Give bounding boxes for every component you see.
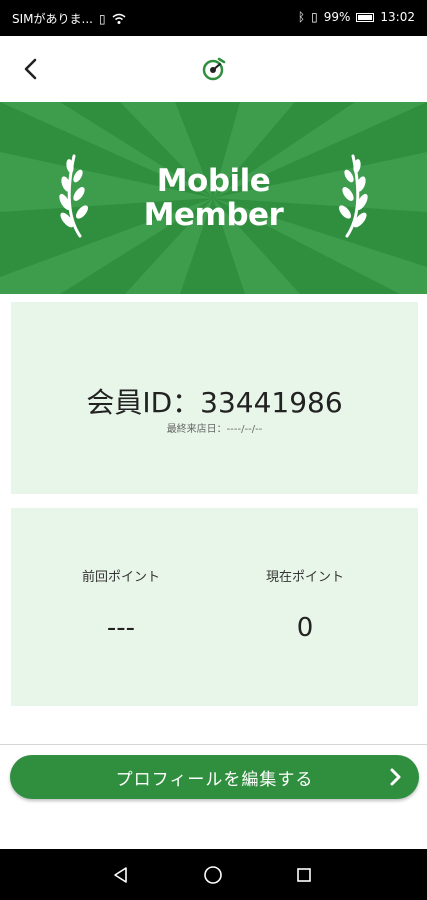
member-id-card: 会員ID：33441986 最終来店日：----/--/-- <box>11 302 418 494</box>
bottom-action-area: プロフィールを編集する <box>0 745 427 849</box>
current-points-label: 現在ポイント <box>265 570 344 585</box>
current-points: 現在ポイント 0 <box>235 566 375 643</box>
wifi-icon <box>112 13 126 24</box>
app-bar <box>0 36 427 102</box>
member-banner: Mobile Member <box>0 102 427 294</box>
carrier-label: SIMがありま... <box>12 12 93 26</box>
battery-percent: 99% <box>323 10 351 24</box>
current-points-value: 0 <box>296 613 314 643</box>
previous-points-value: --- <box>106 613 136 643</box>
banner-title-line2: Member <box>143 197 284 233</box>
triangle-back-icon <box>114 867 127 883</box>
edit-profile-button[interactable]: プロフィールを編集する <box>10 755 419 799</box>
nav-home-button[interactable] <box>200 862 226 888</box>
back-button[interactable] <box>14 52 48 86</box>
banner-title-line1: Mobile <box>156 163 271 199</box>
nav-back-button[interactable] <box>108 862 134 888</box>
clock: 13:02 <box>380 10 415 24</box>
vibrate-icon: ▯ <box>311 10 318 24</box>
status-bar: SIMがありま... ▯ ᛒ ▯ 99% 13:02 <box>0 0 427 36</box>
edit-profile-label: プロフィールを編集する <box>115 769 314 790</box>
circle-home-icon <box>204 866 222 884</box>
last-visit-date: 最終来店日：----/--/-- <box>166 424 263 435</box>
chevron-left-icon <box>24 58 37 80</box>
square-recents-icon <box>297 868 311 882</box>
points-card: 前回ポイント --- 現在ポイント 0 <box>11 508 418 706</box>
sim-card-icon: ▯ <box>98 11 106 26</box>
previous-points-label: 前回ポイント <box>81 570 160 585</box>
app-logo-icon <box>202 57 226 81</box>
chevron-right-icon <box>390 768 401 786</box>
battery-icon <box>356 12 375 22</box>
system-nav-bar <box>0 849 427 900</box>
bluetooth-icon: ᛒ <box>297 10 306 24</box>
nav-recents-button[interactable] <box>291 862 317 888</box>
previous-points: 前回ポイント --- <box>51 566 191 643</box>
member-id: 会員ID：33441986 <box>86 386 343 419</box>
banner-title: Mobile Member <box>0 164 427 232</box>
member-content: 会員ID：33441986 最終来店日：----/--/-- 前回ポイント --… <box>0 294 427 744</box>
